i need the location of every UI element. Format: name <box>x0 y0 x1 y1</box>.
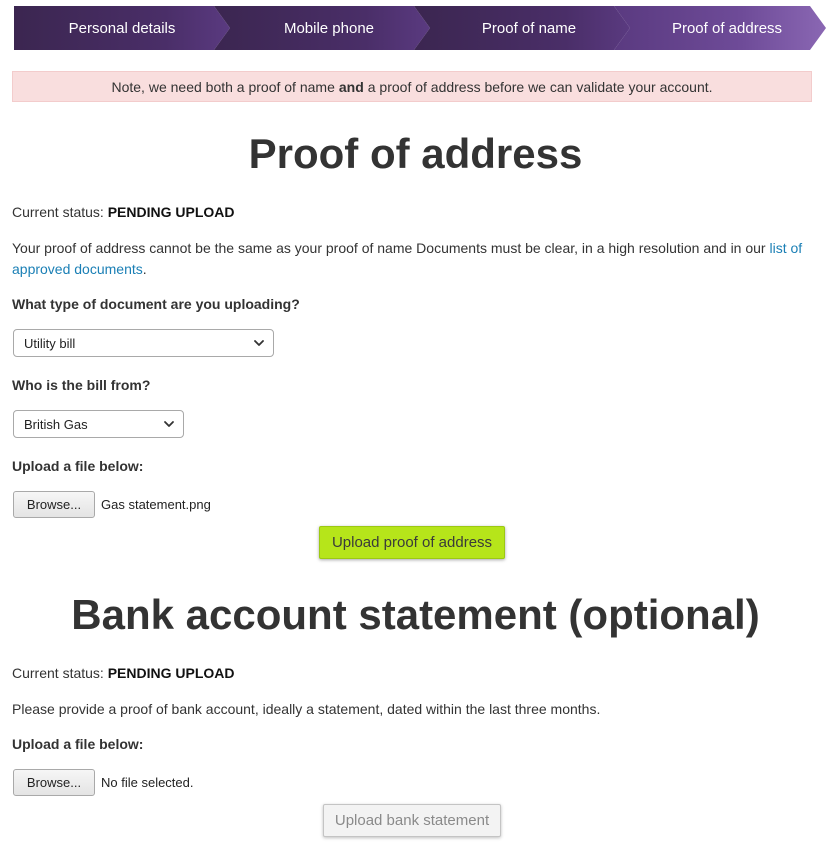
address-file-name: Gas statement.png <box>101 497 211 512</box>
status-label: Current status: <box>12 204 104 220</box>
note-text-after: a proof of address before we can validat… <box>367 78 713 95</box>
step-mobile-phone[interactable]: Mobile phone <box>214 6 430 50</box>
bank-status: Current status: PENDING UPLOAD <box>12 665 235 681</box>
step-label: Personal details <box>68 19 176 37</box>
bill-from-value: British Gas <box>24 416 88 432</box>
description-text: Your proof of address cannot be the same… <box>12 240 766 256</box>
bank-upload-label: Upload a file below: <box>12 736 144 752</box>
note-text-before: Note, we need both a proof of name <box>111 78 335 95</box>
note-text-bold: and <box>338 78 364 95</box>
bank-browse-button[interactable]: Browse... <box>13 769 95 796</box>
address-browse-button[interactable]: Browse... <box>13 491 95 518</box>
upload-bank-statement-button[interactable]: Upload bank statement <box>323 804 501 837</box>
step-proof-of-name[interactable]: Proof of name <box>414 6 630 50</box>
status-label: Current status: <box>12 665 104 681</box>
chevron-down-icon <box>254 340 264 346</box>
step-label: Proof of name <box>481 19 577 37</box>
document-type-value: Utility bill <box>24 335 76 351</box>
bank-statement-heading: Bank account statement (optional) <box>71 591 760 638</box>
step-proof-of-address[interactable]: Proof of address <box>614 6 826 50</box>
bill-from-select[interactable]: British Gas <box>13 410 184 438</box>
address-description: Your proof of address cannot be the same… <box>12 238 812 280</box>
step-personal-details[interactable]: Personal details <box>14 6 230 50</box>
step-label: Mobile phone <box>283 19 375 37</box>
upload-proof-of-address-button[interactable]: Upload proof of address <box>319 526 505 559</box>
progress-steps: Personal details Mobile phone Proof of n… <box>14 6 826 50</box>
document-type-select[interactable]: Utility bill <box>13 329 274 357</box>
bank-file-name: No file selected. <box>101 775 194 790</box>
bill-from-label: Who is the bill from? <box>12 377 151 393</box>
address-upload-label: Upload a file below: <box>12 458 144 474</box>
status-value: PENDING UPLOAD <box>107 665 235 681</box>
document-type-label: What type of document are you uploading? <box>12 296 300 312</box>
address-status: Current status: PENDING UPLOAD <box>12 204 235 220</box>
status-value: PENDING UPLOAD <box>107 204 235 220</box>
chevron-down-icon <box>164 421 174 427</box>
proof-of-address-heading: Proof of address <box>248 130 583 177</box>
bank-description: Please provide a proof of bank account, … <box>12 701 601 717</box>
step-label: Proof of address <box>671 19 783 37</box>
description-end: . <box>142 261 147 277</box>
validation-note: Note, we need both a proof of name and a… <box>12 71 812 102</box>
